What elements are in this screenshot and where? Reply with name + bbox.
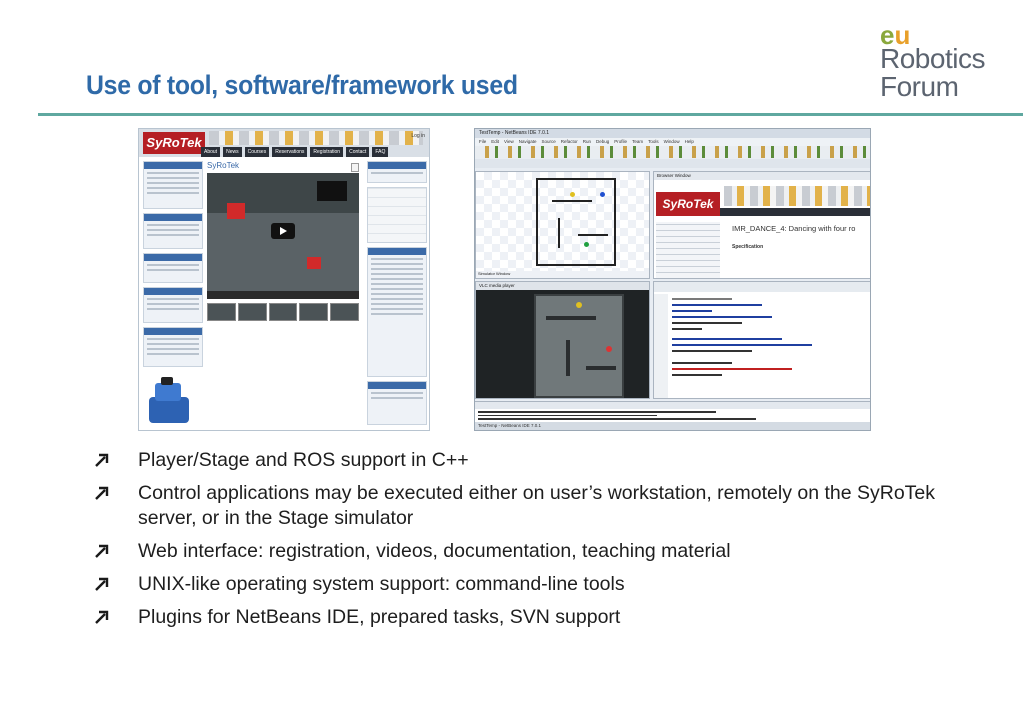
ide-window-title: TestTemp - NetBeans IDE 7.0.1 [475,129,870,138]
website-sidebar-box: ​ [143,161,203,209]
taskbar: TestTemp - NetBeans IDE 7.0.1 [475,422,870,430]
website-nav-item: Contact [346,147,370,157]
ide-menu-item: View [504,139,514,144]
website-nav-item: About [201,147,221,157]
ide-toolbar [475,146,870,158]
bullet-item: Player/Stage and ROS support in C++ [94,448,984,473]
line-numbers [654,294,668,398]
arrow-icon [95,453,109,467]
simulator-window: Simulator Window [475,171,650,279]
ide-menu-item: Tools [648,139,659,144]
browser-sidebar [656,222,720,278]
output-panel [475,401,870,423]
browser-window-label: Browser Window [654,172,870,180]
ide-menu-item: Navigate [518,139,537,144]
website-header-banner [209,131,423,145]
video-controls-bar [207,291,359,299]
ide-menu-item: Refactor [560,139,578,144]
logo-line-forum: Forum [880,71,959,102]
bullet-list: Player/Stage and ROS support in C++ Cont… [94,448,984,638]
bullet-item: Web interface: registration, videos, doc… [94,539,984,564]
website-news-box: ​ [367,247,427,377]
browser-brand-logo: SyRoTek [656,192,720,216]
website-page-title: SyRoTek [207,161,240,170]
browser-banner [724,186,870,206]
arrow-icon [95,544,109,558]
simulator-status: Simulator Window [476,271,649,278]
video-thumbnail [299,303,329,321]
ide-menu-item: Run [582,139,592,144]
arena-video-player [207,173,359,291]
video-thumbnail [330,303,359,321]
syrotek-website-screenshot: SyRoTek About News Courses Reservations … [138,128,430,431]
eurobotics-forum-logo: eu Robotics Forum [880,22,1010,104]
ide-menu-item: Profile [614,139,628,144]
website-login-link: Log in [411,133,425,139]
video-thumbnail [207,303,236,321]
website-nav-item: Registration [310,147,344,157]
website-sidebar-box: ​ [143,327,203,367]
netbeans-ide-screenshot: TestTemp - NetBeans IDE 7.0.1 File Edit … [474,128,871,431]
browser-heading: IMR_DANCE_4: Dancing with four ro [732,224,856,233]
bullet-text: Control applications may be executed eit… [138,482,936,529]
slide-title: Use of tool, software/framework used [86,70,518,100]
video-thumbnail [268,303,298,321]
browser-nav [720,208,870,216]
ide-tab-strip [475,159,870,168]
website-sidebar-box: ​ [143,287,203,323]
website-calendar [367,187,427,243]
website-header: SyRoTek About News Courses Reservations … [139,129,429,157]
vlc-media-player: VLC media player [475,281,650,399]
arena-camera-view [534,294,624,398]
website-nav: About News Courses Reservations Registra… [201,147,389,157]
browser-subheading: Specification [732,244,764,250]
ide-menu-item: Help [684,139,694,144]
bullet-text: Plugins for NetBeans IDE, prepared tasks… [138,606,621,628]
website-left-column: ​ ​ ​ ​ ​ [143,161,203,429]
logo-line-robotics: Robotics [880,43,985,74]
website-main-content: SyRoTek ​ [205,161,363,429]
play-icon [271,223,295,239]
bullet-item: Control applications may be executed eit… [94,481,984,531]
editor-toolbar [654,282,870,292]
ide-browser-window: Browser Window SyRoTek IMR_DANCE_4: Danc… [653,171,870,279]
bullet-text: UNIX-like operating system support: comm… [138,573,625,595]
bullet-text: Player/Stage and ROS support in C++ [138,449,469,471]
bullet-text: Web interface: registration, videos, doc… [138,540,731,562]
vlc-title: VLC media player [476,282,649,290]
robot-image [145,377,193,425]
video-thumbnails [207,303,359,321]
simulator-map [536,178,616,266]
website-nav-item: News [223,147,242,157]
arrow-icon [95,486,109,500]
website-brand-logo: SyRoTek [143,132,205,154]
website-nav-item: Courses [244,147,270,157]
ide-menu-item: Team [632,139,644,144]
ide-menu-item: Source [541,139,556,144]
code-editor [653,281,870,399]
ide-menu-item: Window [663,139,680,144]
website-partners-box: ​ [367,381,427,425]
website-nav-item: FAQ [372,147,389,157]
ide-menu-item: Edit [491,139,500,144]
ide-menu-item: Debug [596,139,610,144]
website-sidebar-box: ​ [143,253,203,283]
website-sidebar-box: ​ [143,213,203,249]
arrow-icon [95,610,109,624]
bullet-item: Plugins for NetBeans IDE, prepared tasks… [94,605,984,630]
website-nav-item: Reservations [272,147,308,157]
ide-menubar: File Edit View Navigate Source Refactor … [475,138,870,146]
website-server-time-box: ​ [367,161,427,183]
title-divider [38,113,1023,116]
video-thumbnail [237,303,267,321]
bullet-item: UNIX-like operating system support: comm… [94,572,984,597]
ide-menu-item: File [479,139,487,144]
website-right-column: ​ ​ ​ [367,161,427,429]
website-small-button: ​ [351,163,359,172]
arrow-icon [95,577,109,591]
